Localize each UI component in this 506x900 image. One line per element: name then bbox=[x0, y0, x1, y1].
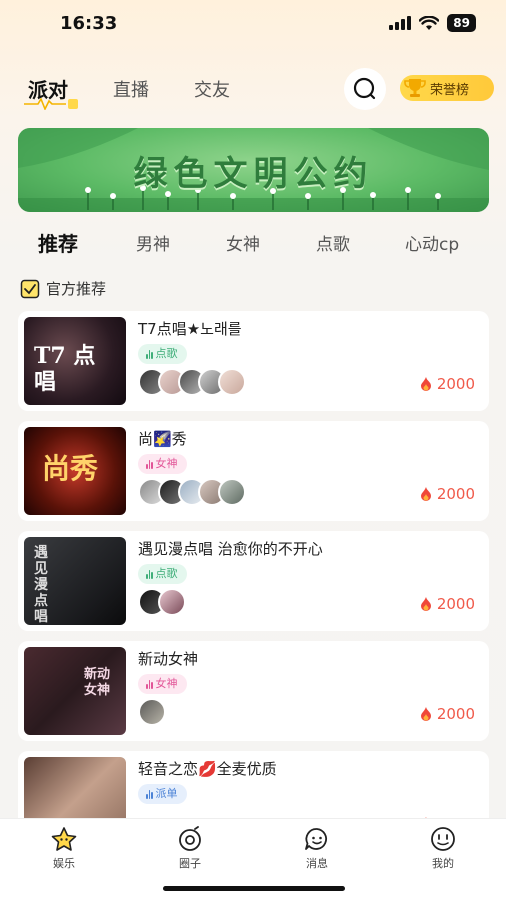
category-tab-cp[interactable]: 心动cp bbox=[405, 230, 459, 255]
battery-indicator: 89 bbox=[447, 14, 476, 32]
category-tab-song-request[interactable]: 点歌 bbox=[316, 230, 350, 255]
room-thumbnail: 遇见漫点唱 bbox=[24, 537, 126, 625]
fire-icon bbox=[420, 707, 431, 721]
room-thumbnail: 尚秀 bbox=[24, 427, 126, 515]
bottom-tab-profile[interactable]: 我的 bbox=[403, 825, 483, 871]
bottom-tab-label: 我的 bbox=[432, 857, 454, 870]
room-tag-label: 女神 bbox=[155, 457, 178, 470]
room-card[interactable]: 遇见漫点唱 遇见漫点唱 治愈你的不开心 点歌 2000 bbox=[18, 531, 489, 631]
fire-icon bbox=[420, 487, 431, 501]
avatar bbox=[218, 368, 246, 396]
room-thumbnail: T7 点唱 bbox=[24, 317, 126, 405]
room-heat-value: 2000 bbox=[436, 705, 475, 723]
message-icon bbox=[305, 828, 327, 850]
room-tag: 派单 bbox=[138, 784, 187, 804]
room-tag: 女神 bbox=[138, 674, 187, 694]
room-thumbnail-text: 遇见漫点唱 bbox=[34, 545, 48, 625]
room-title: 尚🌠秀 bbox=[138, 430, 187, 448]
search-icon bbox=[353, 77, 376, 100]
tab-live[interactable]: 直播 bbox=[113, 76, 149, 102]
honor-rank-button[interactable]: 荣誉榜 bbox=[400, 75, 494, 101]
room-heat: 2000 bbox=[419, 705, 475, 723]
official-badge-icon bbox=[20, 279, 40, 298]
fire-icon bbox=[420, 597, 431, 611]
equalizer-icon bbox=[146, 679, 153, 689]
room-tag-label: 点歌 bbox=[155, 567, 178, 580]
honor-rank-label: 荣誉榜 bbox=[430, 82, 470, 98]
equalizer-icon bbox=[146, 459, 153, 469]
category-tab-female[interactable]: 女神 bbox=[226, 230, 260, 255]
equalizer-icon bbox=[146, 349, 153, 359]
room-tag-label: 女神 bbox=[155, 677, 178, 690]
search-button[interactable] bbox=[344, 68, 386, 110]
room-heat: 2000 bbox=[419, 595, 475, 613]
room-member-avatars bbox=[138, 478, 246, 506]
room-heat: 2000 bbox=[419, 485, 475, 503]
avatar bbox=[218, 478, 246, 506]
section-header: 官方推荐 bbox=[20, 278, 106, 299]
room-title: 遇见漫点唱 治愈你的不开心 bbox=[138, 540, 323, 558]
room-member-avatars bbox=[138, 368, 246, 396]
wifi-icon bbox=[419, 15, 440, 30]
home-indicator[interactable] bbox=[163, 886, 345, 891]
tab-active-indicator bbox=[24, 98, 78, 110]
room-heat-value: 2000 bbox=[436, 485, 475, 503]
bottom-tab-label: 圈子 bbox=[179, 857, 201, 870]
room-heat: 2000 bbox=[419, 375, 475, 393]
room-tag: 点歌 bbox=[138, 344, 187, 364]
room-title: 轻音之恋💋全麦优质 bbox=[138, 760, 277, 778]
promo-banner[interactable]: 绿色文明公约 bbox=[18, 128, 489, 212]
room-tag-label: 派单 bbox=[155, 787, 178, 800]
avatar bbox=[158, 588, 186, 616]
room-tag-label: 点歌 bbox=[155, 347, 178, 360]
top-nav: 派对 直播 交友 荣誉榜 bbox=[0, 62, 506, 112]
room-thumbnail-text: 尚秀 bbox=[42, 452, 99, 485]
status-time: 16:33 bbox=[60, 13, 118, 34]
room-tag: 女神 bbox=[138, 454, 187, 474]
section-title: 官方推荐 bbox=[46, 280, 107, 298]
room-card[interactable]: T7 点唱 T7点唱★노래를 点歌 2000 bbox=[18, 311, 489, 411]
room-member-avatars bbox=[138, 588, 186, 616]
room-thumbnail-text: 新动女神 bbox=[84, 667, 111, 698]
status-icons: 89 bbox=[389, 14, 476, 32]
bottom-tab-entertainment[interactable]: 娱乐 bbox=[24, 825, 104, 871]
bottom-tab-circle[interactable]: 圈子 bbox=[150, 825, 230, 871]
star-icon bbox=[51, 827, 77, 851]
bottom-tab-label: 娱乐 bbox=[53, 857, 75, 870]
room-card[interactable]: 新动女神 新动女神 女神 2000 bbox=[18, 641, 489, 741]
room-heat-value: 2000 bbox=[436, 595, 475, 613]
room-member-avatars bbox=[138, 698, 166, 726]
cellular-signal-icon bbox=[389, 16, 412, 30]
room-tag: 点歌 bbox=[138, 564, 187, 584]
banner-title: 绿色文明公约 bbox=[133, 154, 374, 194]
bottom-tab-label: 消息 bbox=[306, 857, 328, 870]
room-card[interactable]: 尚秀 尚🌠秀 女神 2000 bbox=[18, 421, 489, 521]
fire-icon bbox=[420, 377, 431, 391]
tab-friends[interactable]: 交友 bbox=[194, 76, 230, 102]
equalizer-icon bbox=[146, 789, 153, 799]
category-tab-recommend[interactable]: 推荐 bbox=[38, 228, 78, 257]
bottom-tab-messages[interactable]: 消息 bbox=[277, 825, 357, 871]
avatar bbox=[138, 698, 166, 726]
category-tabs: 推荐 男神 女神 点歌 心动cp bbox=[0, 222, 506, 258]
room-title: T7点唱★노래를 bbox=[138, 320, 242, 338]
category-tab-male[interactable]: 男神 bbox=[136, 230, 170, 255]
trophy-icon bbox=[404, 79, 426, 97]
room-title: 新动女神 bbox=[138, 650, 199, 668]
status-bar: 16:33 89 bbox=[0, 0, 506, 50]
room-thumbnail: 新动女神 bbox=[24, 647, 126, 735]
circle-icon bbox=[179, 826, 201, 851]
profile-icon bbox=[431, 827, 455, 851]
room-heat-value: 2000 bbox=[436, 375, 475, 393]
equalizer-icon bbox=[146, 569, 153, 579]
room-thumbnail-text: T7 点唱 bbox=[34, 343, 96, 395]
